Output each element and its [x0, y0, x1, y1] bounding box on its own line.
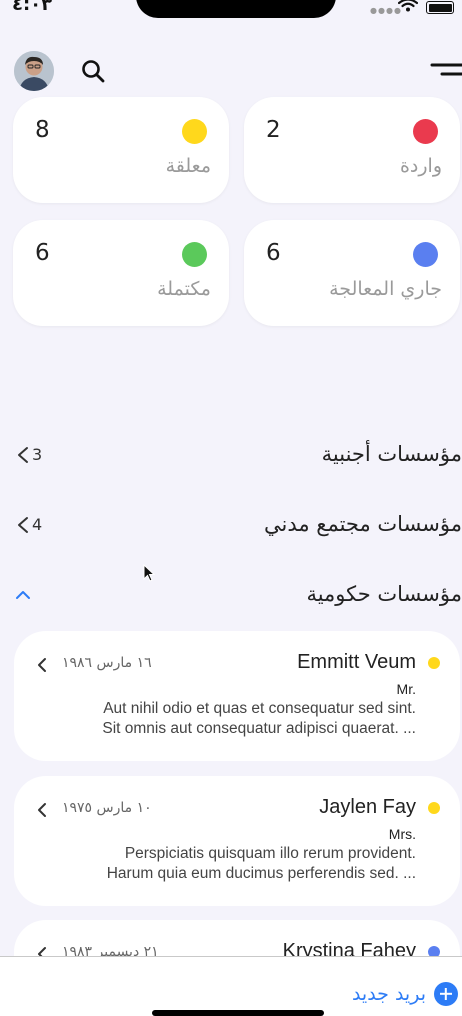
- stat-label: جاري المعالجة: [329, 278, 442, 300]
- section-count: 3: [32, 445, 43, 464]
- section-title: مؤسسات أجنبية: [321, 442, 462, 466]
- sender-title: Mr.: [396, 681, 416, 697]
- stat-card-pending[interactable]: 8 معلقة: [13, 97, 229, 203]
- new-mail-button[interactable]: بريد جديد: [352, 979, 458, 1009]
- priority-dot-icon: [428, 657, 440, 669]
- chevron-left-icon: [18, 517, 28, 533]
- chevron-left-icon: [18, 447, 28, 463]
- status-dot-icon: [182, 119, 207, 144]
- status-dot-icon: [413, 119, 438, 144]
- mail-date: ١٠ مارس ١٩٧٥: [62, 800, 152, 816]
- mail-preview: Aut nihil odio et quas et consequatur se…: [28, 699, 416, 739]
- chevron-left-icon: [38, 658, 46, 672]
- status-dot-icon: [413, 242, 438, 267]
- stat-card-completed[interactable]: 6 مكتملة: [13, 220, 229, 326]
- mail-list[interactable]: Emmitt Veum Mr. ١٦ مارس ١٩٨٦ Aut nihil o…: [0, 630, 462, 956]
- stat-count: 8: [35, 117, 50, 143]
- plus-circle-icon: [434, 982, 458, 1006]
- bottom-bar: بريد جديد: [0, 956, 462, 1016]
- section-count: 4: [32, 515, 43, 534]
- stat-count: 2: [266, 117, 281, 143]
- mail-item[interactable]: Jaylen Fay Mrs. ١٠ مارس ١٩٧٥ Perspiciati…: [14, 776, 460, 906]
- stat-card-incoming[interactable]: 2 واردة: [244, 97, 460, 203]
- priority-dot-icon: [428, 802, 440, 814]
- search-icon[interactable]: [80, 58, 106, 84]
- menu-icon[interactable]: [430, 62, 462, 78]
- status-dot-icon: [182, 242, 207, 267]
- mail-item[interactable]: Krystina Fahey ٢١ ديسمبر ١٩٨٣: [14, 920, 460, 956]
- battery-icon: [426, 1, 454, 14]
- stat-count: 6: [266, 240, 281, 266]
- device-notch: [136, 0, 336, 18]
- mail-preview-line: Sit omnis aut consequatur adipisci quaer…: [102, 720, 416, 737]
- stat-label: واردة: [399, 155, 442, 177]
- chevron-up-icon: [16, 591, 30, 599]
- mouse-cursor-icon: [143, 564, 156, 582]
- section-title: مؤسسات مجتمع مدني: [263, 512, 462, 536]
- sender-name: Jaylen Fay: [319, 796, 416, 818]
- stat-label: معلقة: [165, 155, 211, 177]
- section-government-institutions[interactable]: مؤسسات حكومية: [0, 578, 462, 614]
- wifi-icon: [398, 0, 418, 12]
- mail-preview-line: Perspiciatis quisquam illo rerum provide…: [124, 845, 416, 862]
- mail-preview: Perspiciatis quisquam illo rerum provide…: [28, 844, 416, 884]
- mail-date: ١٦ مارس ١٩٨٦: [62, 655, 152, 671]
- mail-preview-line: Harum quia eum ducimus perferendis sed. …: [106, 865, 416, 882]
- section-title: مؤسسات حكومية: [306, 582, 462, 606]
- stat-label: مكتملة: [157, 278, 211, 300]
- home-indicator: [152, 1010, 324, 1016]
- status-bar: ٤:٠٣ ●●●●: [0, 0, 462, 24]
- chevron-left-icon: [38, 947, 46, 956]
- stat-card-in-progress[interactable]: 6 جاري المعالجة: [244, 220, 460, 326]
- stat-count: 6: [35, 240, 50, 266]
- section-foreign-institutions[interactable]: مؤسسات أجنبية 3: [0, 438, 462, 474]
- chevron-left-icon: [38, 803, 46, 817]
- mail-date: ٢١ ديسمبر ١٩٨٣: [62, 944, 159, 956]
- priority-dot-icon: [428, 946, 440, 956]
- user-avatar[interactable]: [14, 51, 54, 91]
- new-mail-label: بريد جديد: [351, 983, 426, 1005]
- sender-name: Krystina Fahey: [282, 940, 416, 956]
- mail-preview-line: Aut nihil odio et quas et consequatur se…: [103, 700, 416, 717]
- mail-item[interactable]: Emmitt Veum Mr. ١٦ مارس ١٩٨٦ Aut nihil o…: [14, 631, 460, 761]
- status-time: ٤:٠٣: [12, 0, 53, 15]
- sender-name: Emmitt Veum: [297, 651, 416, 673]
- sender-title: Mrs.: [388, 826, 416, 842]
- section-civil-society[interactable]: مؤسسات مجتمع مدني 4: [0, 508, 462, 544]
